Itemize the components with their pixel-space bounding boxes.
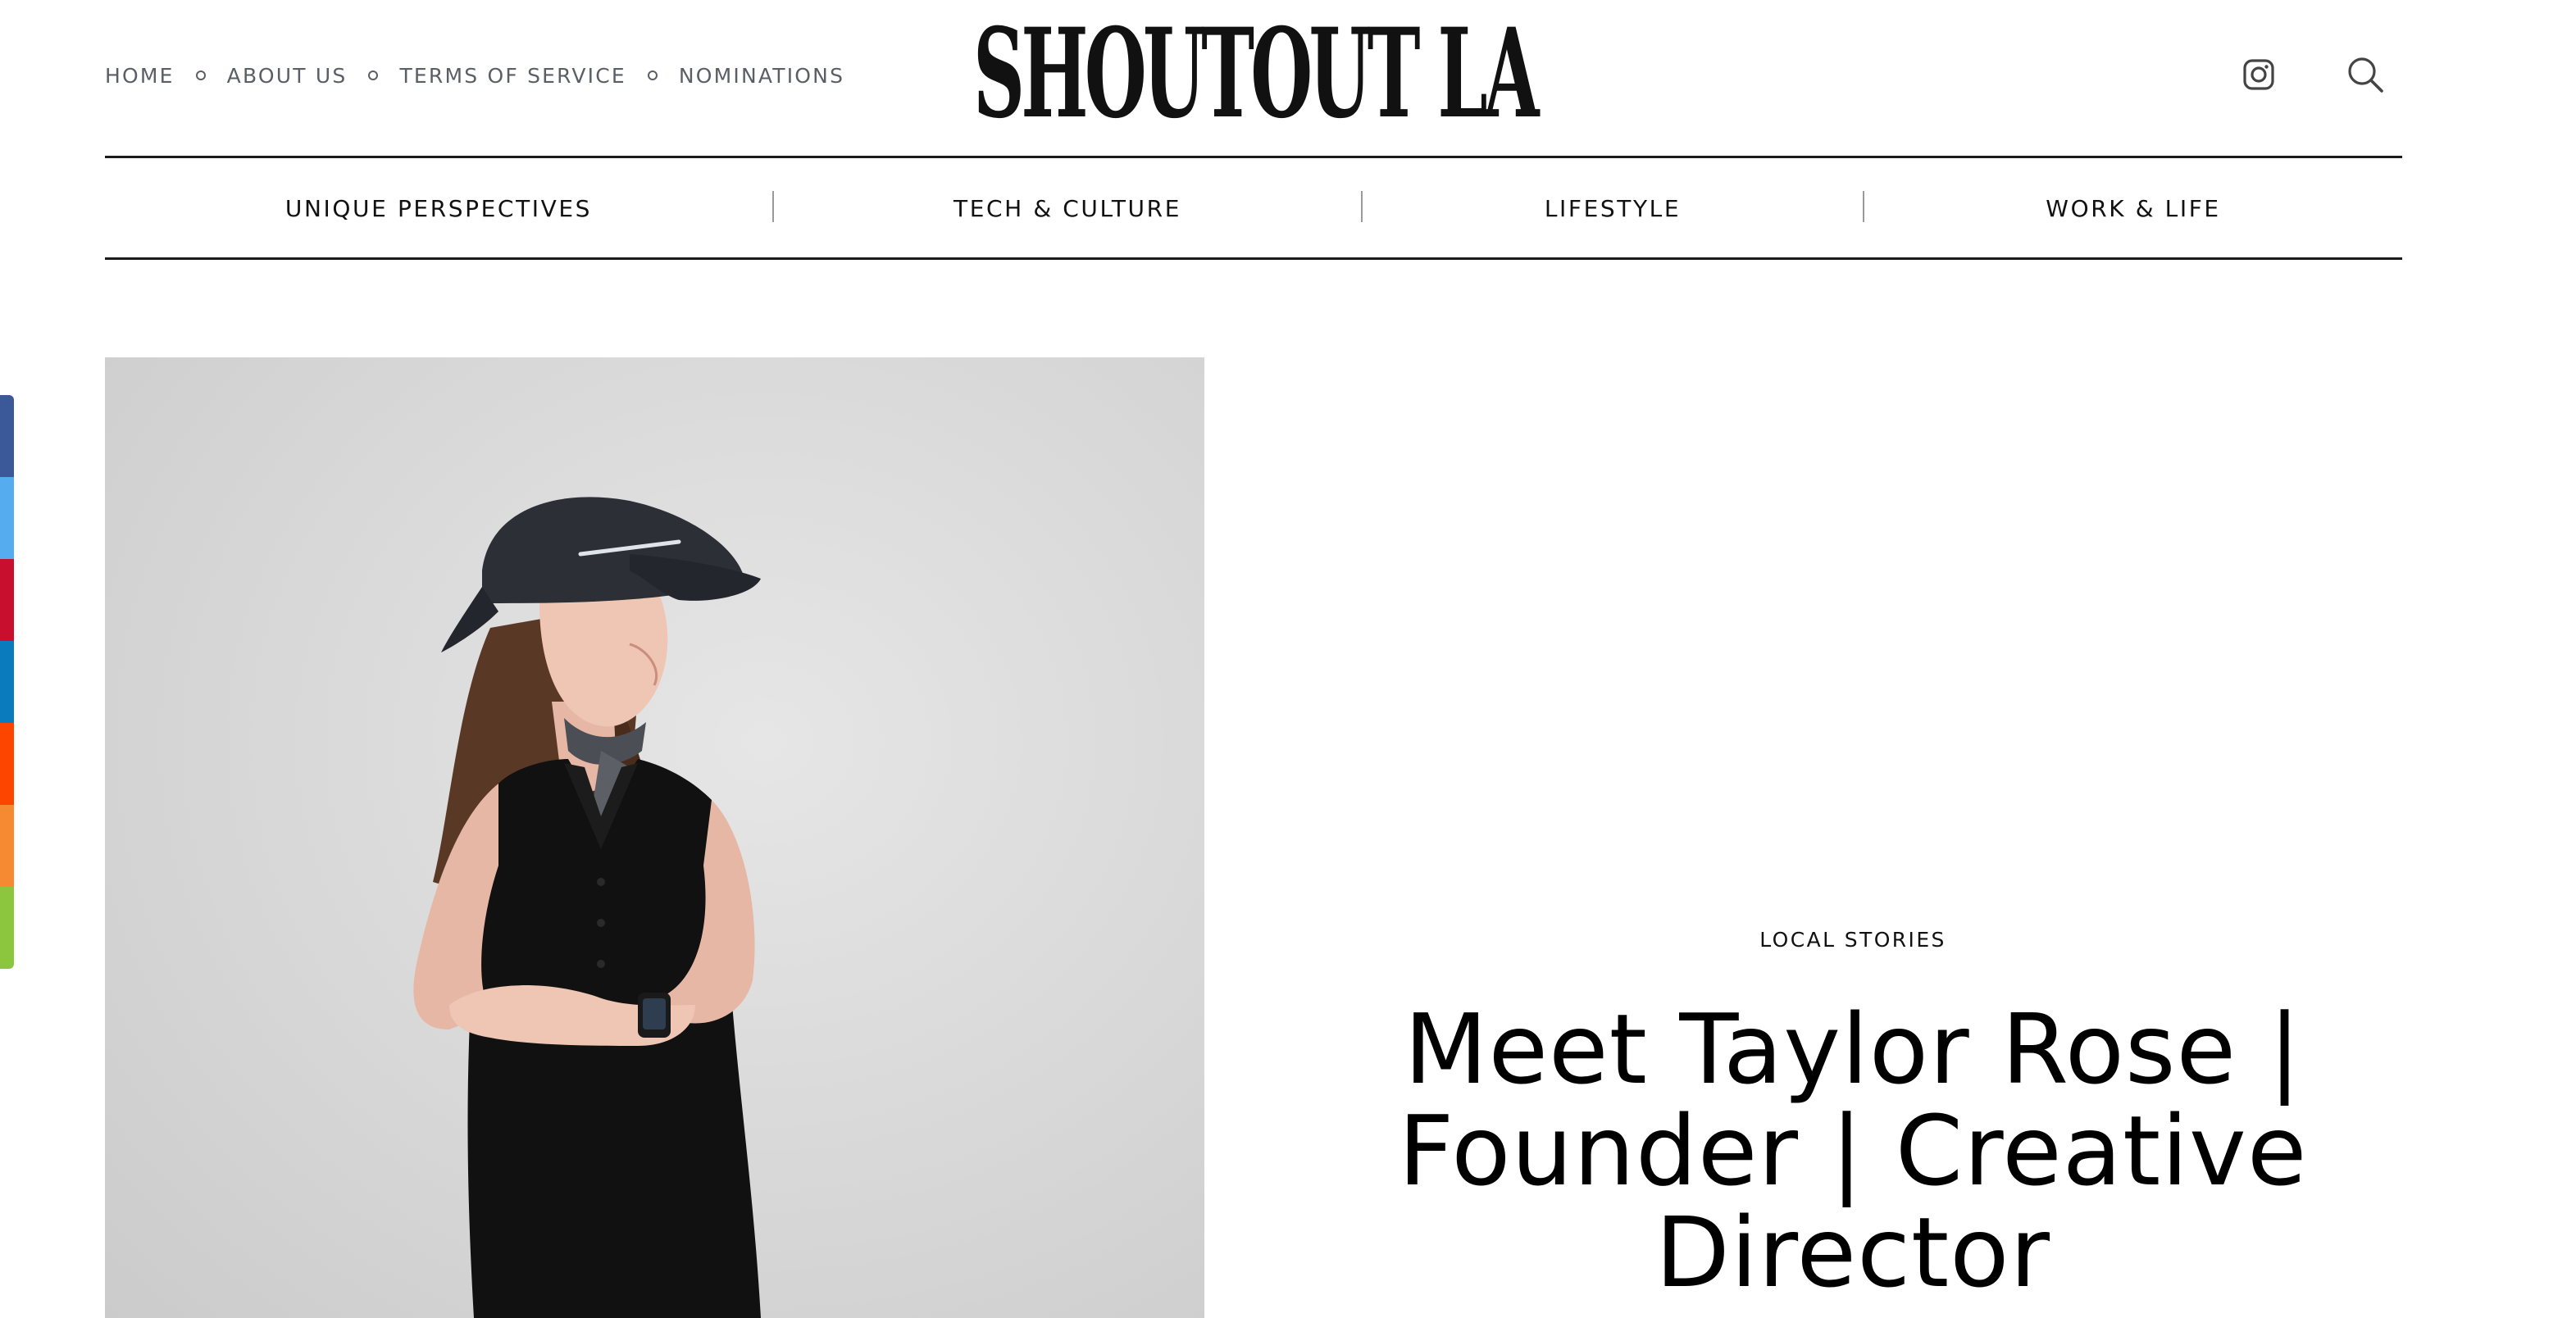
nav-separator-dot bbox=[195, 70, 206, 80]
share-mix-button[interactable] bbox=[0, 805, 14, 887]
search-icon[interactable] bbox=[2345, 54, 2386, 95]
site-logo[interactable]: SHOUTOUT LA bbox=[973, 2, 1539, 146]
nav-home-link[interactable]: HOME bbox=[105, 64, 175, 88]
featured-image bbox=[105, 357, 1204, 1318]
portrait-illustration bbox=[413, 497, 761, 1318]
share-more-button[interactable] bbox=[0, 887, 14, 969]
nav-about-us-link[interactable]: ABOUT US bbox=[227, 64, 348, 88]
share-pinterest-button[interactable] bbox=[0, 559, 14, 641]
share-twitter-button[interactable] bbox=[0, 477, 14, 559]
category-unique-perspectives[interactable]: UNIQUE PERSPECTIVES bbox=[105, 158, 772, 258]
article-category[interactable]: LOCAL STORIES bbox=[1443, 928, 2263, 952]
social-share-bar bbox=[0, 395, 14, 969]
nav-separator-dot bbox=[647, 70, 658, 80]
nav-nominations-link[interactable]: NOMINATIONS bbox=[679, 64, 844, 88]
header-icons bbox=[2238, 54, 2386, 95]
share-reddit-button[interactable] bbox=[0, 723, 14, 805]
category-nav: UNIQUE PERSPECTIVES TECH & CULTURE LIFES… bbox=[105, 158, 2402, 258]
nav-terms-link[interactable]: TERMS OF SERVICE bbox=[399, 64, 626, 88]
category-lifestyle[interactable]: LIFESTYLE bbox=[1363, 158, 1863, 258]
header-divider-bottom bbox=[105, 257, 2402, 260]
category-tech-culture[interactable]: TECH & CULTURE bbox=[774, 158, 1361, 258]
instagram-icon[interactable] bbox=[2238, 54, 2279, 95]
category-work-life[interactable]: WORK & LIFE bbox=[1864, 158, 2402, 258]
share-linkedin-button[interactable] bbox=[0, 641, 14, 723]
top-nav: HOME ABOUT US TERMS OF SERVICE NOMINATIO… bbox=[105, 61, 844, 90]
nav-separator-dot bbox=[368, 70, 379, 80]
article-headline: Meet Taylor Rose | Founder | Creative Di… bbox=[1398, 993, 2308, 1309]
share-facebook-button[interactable] bbox=[0, 395, 14, 477]
